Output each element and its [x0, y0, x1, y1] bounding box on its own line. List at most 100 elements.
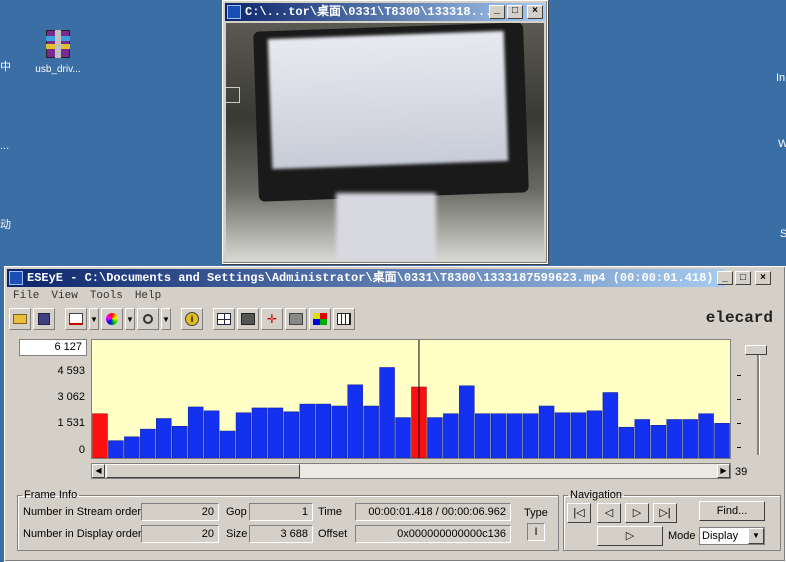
- y-axis-label: 4 593: [57, 365, 85, 377]
- frame-bar[interactable]: [570, 412, 587, 458]
- frame-bar[interactable]: [363, 405, 379, 458]
- table-icon[interactable]: [333, 308, 355, 330]
- frame-bar[interactable]: [443, 413, 459, 458]
- chevron-down-icon[interactable]: ▼: [748, 528, 764, 544]
- frame-bar[interactable]: [491, 413, 507, 458]
- frame-bar[interactable]: [395, 417, 411, 458]
- frame-bar[interactable]: [331, 405, 347, 458]
- frame-size-chart[interactable]: [91, 339, 731, 459]
- time-label: Time: [318, 506, 343, 518]
- minimize-button[interactable]: _: [717, 271, 733, 285]
- frame-bar[interactable]: [187, 406, 204, 458]
- horizontal-scrollbar[interactable]: ◀ ▶: [91, 463, 731, 479]
- close-button[interactable]: ×: [755, 271, 771, 285]
- chevron-down-icon[interactable]: ▼: [89, 308, 99, 330]
- desktop-edge-text: S: [780, 228, 786, 240]
- color-grid-icon[interactable]: [309, 308, 331, 330]
- mode-label: Mode: [668, 530, 696, 542]
- tile-view-icon[interactable]: [285, 308, 307, 330]
- frame-bar[interactable]: [203, 410, 220, 458]
- move-arrows-icon[interactable]: ✛: [261, 308, 283, 330]
- open-folder-icon[interactable]: [9, 308, 31, 330]
- step-forward-icon: ▷: [632, 507, 642, 519]
- frame-bar[interactable]: [586, 410, 603, 458]
- maximize-button[interactable]: □: [507, 5, 523, 19]
- prev-frame-button[interactable]: ◁: [597, 503, 621, 523]
- frame-bar[interactable]: [235, 412, 252, 458]
- frame-bar[interactable]: [267, 407, 284, 458]
- chevron-down-icon[interactable]: ▼: [161, 308, 171, 330]
- scrollbar-thumb[interactable]: [106, 464, 300, 478]
- time-value: 00:00:01.418 / 00:00:06.962: [355, 503, 511, 521]
- graph-icon[interactable]: [65, 308, 87, 330]
- slider-tick: [737, 375, 741, 376]
- desktop-icon-usb-driver[interactable]: usb_driv...: [18, 28, 98, 75]
- zoom-slider[interactable]: [733, 339, 769, 459]
- color-palette-icon[interactable]: [101, 308, 123, 330]
- frame-bar[interactable]: [602, 392, 619, 458]
- frame-bar[interactable]: [714, 423, 730, 458]
- next-frame-button[interactable]: ▷: [625, 503, 649, 523]
- frame-bar[interactable]: [634, 419, 650, 458]
- zoom-icon[interactable]: [137, 308, 159, 330]
- mode-select[interactable]: Display ▼: [699, 527, 765, 545]
- find-button[interactable]: Find...: [699, 501, 765, 521]
- first-frame-button[interactable]: |◁: [567, 503, 591, 523]
- paper-in-video: [336, 193, 436, 261]
- menu-view[interactable]: View: [51, 287, 77, 305]
- frame-bar[interactable]: [554, 412, 571, 458]
- play-button[interactable]: ▷: [597, 526, 663, 546]
- frame-bar[interactable]: [682, 419, 698, 458]
- eseye-main-window[interactable]: ESEyE - C:\Documents and Settings\Admini…: [4, 266, 786, 562]
- frame-bar[interactable]: [299, 403, 316, 458]
- frame-bar[interactable]: [315, 403, 332, 458]
- frame-bar-selected[interactable]: [92, 413, 108, 458]
- desktop-edge-text: 动: [0, 219, 11, 231]
- save-icon[interactable]: [33, 308, 55, 330]
- frame-bar[interactable]: [124, 436, 140, 458]
- desktop-icon-label: usb_driv...: [35, 64, 81, 75]
- frame-bar[interactable]: [219, 430, 236, 458]
- menu-tools[interactable]: Tools: [90, 287, 123, 305]
- chevron-down-icon[interactable]: ▼: [125, 308, 135, 330]
- frame-bar[interactable]: [475, 413, 491, 458]
- app-icon: [9, 271, 23, 285]
- play-icon: ▷: [625, 530, 635, 542]
- frame-bar[interactable]: [156, 418, 172, 458]
- frame-bar[interactable]: [251, 407, 268, 458]
- close-button[interactable]: ×: [527, 5, 543, 19]
- slider-knob[interactable]: [745, 345, 767, 355]
- video-window-titlebar[interactable]: C:\...tor\桌面\0331\T8300\133318... _ □ ×: [225, 3, 545, 21]
- frame-bar[interactable]: [108, 440, 124, 458]
- grid-view-icon[interactable]: [237, 308, 259, 330]
- video-preview-window[interactable]: C:\...tor\桌面\0331\T8300\133318... _ □ ×: [222, 0, 548, 264]
- frame-bar[interactable]: [666, 419, 682, 458]
- frame-bar[interactable]: [459, 385, 475, 458]
- frame-bar[interactable]: [347, 384, 363, 458]
- frame-bar[interactable]: [650, 425, 666, 458]
- menu-file[interactable]: File: [13, 287, 39, 305]
- y-max-input[interactable]: 6 127: [19, 339, 87, 356]
- last-frame-button[interactable]: ▷|: [653, 503, 677, 523]
- frame-bar[interactable]: [379, 367, 395, 458]
- split-view-icon[interactable]: [213, 308, 235, 330]
- frame-bar[interactable]: [618, 426, 635, 458]
- info-icon[interactable]: i: [181, 308, 203, 330]
- scroll-left-icon[interactable]: ◀: [92, 464, 105, 478]
- menu-help[interactable]: Help: [135, 287, 161, 305]
- desktop-edge-text: W: [778, 138, 786, 150]
- frame-bar[interactable]: [698, 413, 714, 458]
- frame-bar[interactable]: [283, 411, 300, 458]
- main-window-title: ESEyE - C:\Documents and Settings\Admini…: [27, 271, 714, 285]
- main-window-titlebar[interactable]: ESEyE - C:\Documents and Settings\Admini…: [7, 269, 725, 287]
- minimize-button[interactable]: _: [489, 5, 505, 19]
- frame-bar[interactable]: [427, 417, 443, 458]
- stream-order-value: 20: [141, 503, 219, 521]
- frame-bar[interactable]: [172, 425, 188, 458]
- frame-bar[interactable]: [522, 413, 539, 458]
- frame-bar[interactable]: [506, 413, 523, 458]
- maximize-button[interactable]: □: [735, 271, 751, 285]
- scroll-right-icon[interactable]: ▶: [717, 464, 730, 478]
- frame-bar[interactable]: [538, 405, 555, 458]
- frame-bar[interactable]: [140, 428, 156, 458]
